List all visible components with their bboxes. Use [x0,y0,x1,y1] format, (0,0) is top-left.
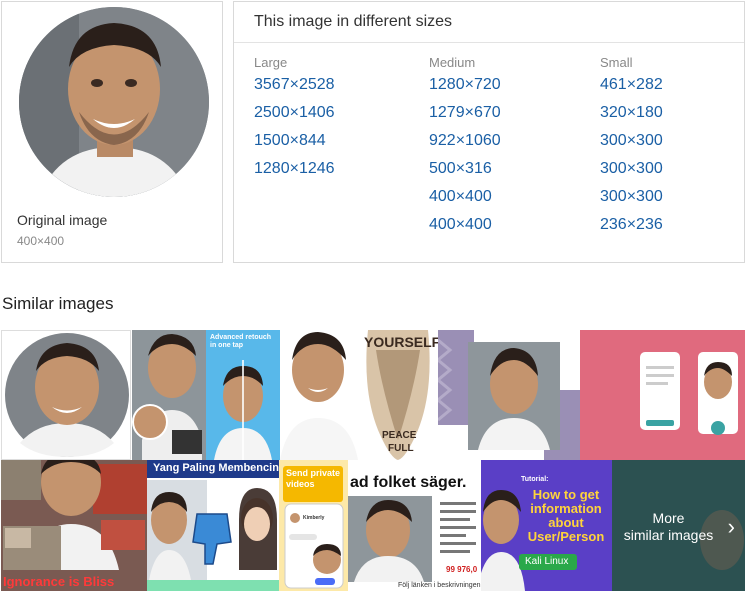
size-link[interactable]: 300×300 [600,155,663,183]
similar-images-heading: Similar images [2,294,114,313]
size-link[interactable]: 461×282 [600,71,663,99]
tile-caption: Kali Linux [525,556,569,567]
size-link[interactable]: 1280×720 [429,71,501,99]
original-image-size: 400×400 [17,234,65,248]
similar-image-tile[interactable]: Advanced retouch in one tap [206,330,280,460]
similar-image-tile[interactable]: YOURSELF PEACE FULL [358,330,438,460]
similar-image-tile[interactable] [580,330,745,460]
tile-caption: Kimberly [303,515,325,521]
tile-caption: How to get information about User/Person [527,487,605,544]
size-link[interactable]: 2500×1406 [254,99,335,127]
size-link[interactable]: 300×300 [600,183,663,211]
size-link[interactable]: 236×236 [600,211,663,239]
size-column-medium: Medium 1280×720 1279×670 922×1060 500×31… [429,55,501,239]
collage-image [1,460,147,591]
app-screens-image [580,330,745,460]
similar-image-tile[interactable]: ad folket säger. 99 976,0 Följ länken i … [348,460,481,591]
similar-image-tile[interactable]: Yang Paling Membencinya [147,460,279,591]
tile-caption: FULL [388,443,414,454]
size-link[interactable]: 300×300 [600,127,663,155]
size-link[interactable]: 1500×844 [254,127,335,155]
sizes-title: This image in different sizes [254,13,453,30]
more-similar-images-label: More similar images [623,510,714,543]
size-link[interactable]: 400×400 [429,211,501,239]
similar-image-tile[interactable] [1,330,131,460]
phone-mockup-image [284,503,344,589]
size-column-large: Large 3567×2528 2500×1406 1500×844 1280×… [254,55,335,183]
divider [234,42,744,43]
tile-caption: 99 976,0 [446,565,478,574]
tile-caption: Tutorial: [521,476,549,483]
tile-caption: Följ länken i beskrivningen [398,582,481,589]
size-link[interactable]: 400×400 [429,183,501,211]
original-image-thumbnail[interactable] [19,7,209,197]
portrait-image [438,330,580,460]
similar-image-tile[interactable]: Send private videos Kimberly [279,460,348,591]
similar-image-tile[interactable] [132,330,206,460]
similar-image-tile[interactable] [280,330,358,460]
original-image-card[interactable]: Original image 400×400 [1,1,223,263]
more-similar-images-button[interactable]: More similar images › [612,460,745,591]
portrait-image [5,333,129,457]
tile-caption: Ignorance is Bliss [3,574,115,589]
size-link[interactable]: 1279×670 [429,99,501,127]
image-sizes-card: This image in different sizes Large 3567… [233,1,745,263]
similar-image-tile[interactable]: Tutorial: How to get information about U… [481,460,612,591]
chevron-right-icon: › [727,514,735,539]
similar-image-tile[interactable] [438,330,580,460]
portrait-image [19,7,209,197]
collage-image [147,480,279,591]
size-link[interactable]: 3567×2528 [254,71,335,99]
portrait-image [280,332,358,460]
size-column-small: Small 461×282 320×180 300×300 300×300 30… [600,55,663,239]
size-link[interactable]: 500×316 [429,155,501,183]
size-link[interactable]: 922×1060 [429,127,501,155]
similar-image-tile[interactable]: Ignorance is Bliss [1,460,147,591]
tile-caption: PEACE [382,430,417,441]
original-image-title: Original image [17,212,108,228]
tile-caption: Advanced retouch in one tap [210,334,272,349]
tile-caption: YOURSELF [364,334,438,350]
size-link[interactable]: 320×180 [600,99,663,127]
portrait-image [132,330,206,460]
size-link[interactable]: 1280×1246 [254,155,335,183]
